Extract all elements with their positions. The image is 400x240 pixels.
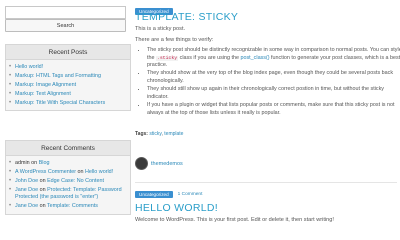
comment-on: on	[38, 186, 48, 193]
comment-post-link[interactable]: Hello world!	[85, 169, 113, 175]
author-link[interactable]: themedemos	[151, 161, 183, 167]
post-tags: Tags: sticky, template	[135, 131, 184, 137]
recent-comments-widget: Recent Comments • admin on Blog • A WordPr…	[5, 140, 131, 216]
tag-link[interactable]: template	[164, 131, 183, 137]
post-divider	[135, 182, 397, 183]
comment-author-link[interactable]: Jane Doe	[15, 203, 38, 209]
recent-post-link[interactable]: Markup: HTML Tags and Formatting	[15, 73, 101, 79]
post-intro: This is a sticky post.	[135, 26, 186, 32]
recent-comments-list: • admin on Blog • A WordPress Commenter on…	[6, 156, 130, 214]
list-item: • Markup: Text Alignment	[9, 91, 127, 99]
post-hello-meta: Uncategorized 1 Comment	[135, 191, 202, 198]
comment-post-link[interactable]: Edge Case: No Content	[47, 178, 104, 184]
post-author: themedemos	[135, 157, 183, 170]
post-title[interactable]: HELLO WORLD!	[135, 202, 218, 214]
comment-on: on	[76, 168, 86, 175]
post-title[interactable]: TEMPLATE: STICKY	[135, 11, 238, 23]
recent-post-link[interactable]: Markup: Title With Special Characters	[15, 100, 105, 106]
recent-posts-widget: Recent Posts • Hello world! • Markup: HTML…	[5, 44, 131, 112]
comment-post-link[interactable]: Blog	[39, 160, 50, 166]
comments-link[interactable]: 1 Comment	[178, 192, 203, 197]
recent-comments-title: Recent Comments	[6, 141, 130, 156]
list-item: • John Doe on Edge Case: No Content	[9, 178, 127, 186]
recent-post-link[interactable]: Hello world!	[15, 64, 43, 70]
list-item: They should show at the very top of the …	[147, 70, 400, 85]
category-badge[interactable]: Uncategorized	[135, 191, 173, 198]
list-item: • Jane Doe on Template: Comments	[9, 203, 127, 211]
post-class-link[interactable]: post_class()	[240, 55, 269, 61]
list-item: • admin on Blog	[9, 160, 127, 168]
comment-author-link[interactable]: John Doe	[15, 178, 38, 184]
post-lead: There are a few things to verify:	[135, 37, 214, 43]
list-item: They should still show up again in their…	[147, 86, 400, 101]
tag-link[interactable]: sticky	[149, 131, 161, 137]
avatar[interactable]	[135, 157, 148, 170]
comment-on: on	[29, 160, 39, 166]
code-snippet: .sticky	[156, 55, 179, 61]
list-item: • Markup: HTML Tags and Formatting	[9, 73, 127, 81]
list-item: • Hello world!	[9, 64, 127, 72]
recent-post-link[interactable]: Markup: Text Alignment	[15, 91, 71, 97]
comment-post-link[interactable]: Template: Comments	[47, 203, 98, 209]
list-item: The sticky post should be distinctly rec…	[147, 47, 400, 70]
search-button[interactable]: Search	[5, 19, 126, 32]
recent-post-link[interactable]: Markup: Image Alignment	[15, 82, 76, 88]
post-bullet-list: The sticky post should be distinctly rec…	[137, 47, 400, 118]
comment-on: on	[38, 203, 47, 210]
tags-label: Tags:	[135, 131, 148, 137]
list-item: • Markup: Image Alignment	[9, 82, 127, 90]
comment-on: on	[38, 177, 48, 184]
list-item: • Markup: Title With Special Characters	[9, 100, 127, 108]
comment-author-link[interactable]: A WordPress Commenter	[15, 169, 76, 175]
post-excerpt: Welcome to WordPress. This is your first…	[135, 217, 334, 223]
list-item: • A WordPress Commenter on Hello world!	[9, 169, 127, 177]
search-input[interactable]	[5, 6, 126, 19]
list-item: • Jane Doe on Protected: Template: Passwo…	[9, 187, 127, 203]
comment-author-link[interactable]: Jane Doe	[15, 187, 38, 193]
recent-posts-title: Recent Posts	[6, 45, 130, 60]
list-item: If you have a plugin or widget that list…	[147, 102, 400, 117]
recent-posts-list: • Hello world! • Markup: HTML Tags and For…	[6, 60, 130, 110]
comment-author: admin	[15, 160, 30, 166]
